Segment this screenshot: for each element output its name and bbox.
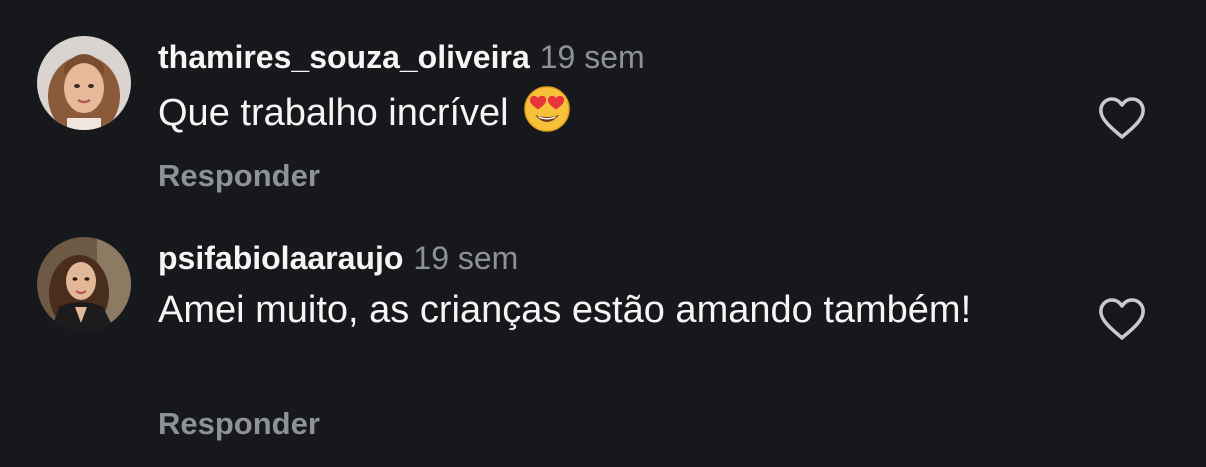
- avatar-photo: [37, 36, 131, 130]
- username[interactable]: thamires_souza_oliveira: [158, 39, 530, 75]
- avatar-photo: [37, 237, 131, 331]
- avatar[interactable]: [37, 237, 131, 331]
- comment-text-body: Que trabalho incrível: [158, 92, 509, 134]
- like-button[interactable]: [1097, 296, 1147, 342]
- heart-outline-icon: [1099, 298, 1145, 340]
- like-button[interactable]: [1097, 95, 1147, 141]
- comment-content: psifabiolaaraujo 19 sem Amei muito, as cr…: [158, 239, 978, 334]
- comment-text: Que trabalho incrível: [158, 85, 978, 145]
- comment-content: thamires_souza_oliveira 19 sem Que trabal…: [158, 38, 978, 145]
- timestamp: 19 sem: [539, 39, 645, 75]
- username[interactable]: psifabiolaaraujo: [158, 240, 403, 276]
- reply-button[interactable]: Responder: [158, 158, 320, 194]
- comment-text-body: Amei muito, as crianças estão amando tam…: [158, 289, 972, 331]
- comment-meta: psifabiolaaraujo 19 sem: [158, 239, 978, 277]
- comment-meta: thamires_souza_oliveira 19 sem: [158, 38, 978, 76]
- avatar[interactable]: [37, 36, 131, 130]
- comment-text: Amei muito, as crianças estão amando tam…: [158, 286, 978, 334]
- timestamp: 19 sem: [413, 240, 519, 276]
- reply-button[interactable]: Responder: [158, 406, 320, 442]
- heart-outline-icon: [1099, 97, 1145, 139]
- heart-eyes-emoji: [523, 85, 571, 145]
